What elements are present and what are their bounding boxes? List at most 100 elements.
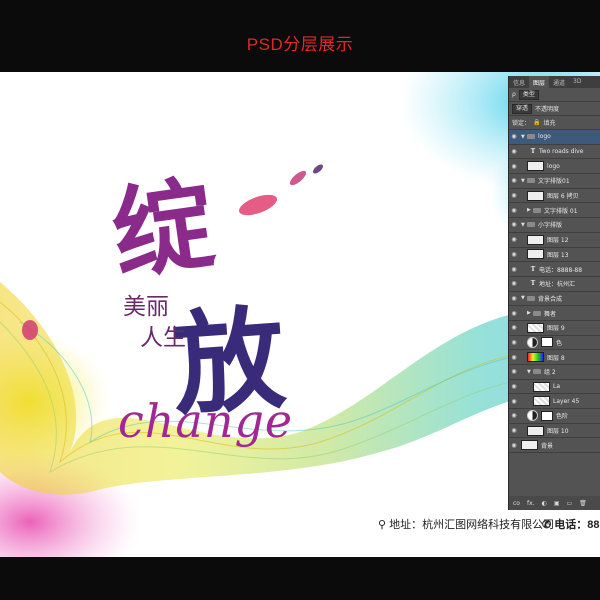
layer-row[interactable]: ◉ T 电话：8888-88 [509, 262, 600, 277]
tab-layers[interactable]: 图层 [529, 76, 550, 88]
layer-name: logo [547, 162, 560, 170]
folder-icon [527, 134, 535, 140]
layer-name: 电话：8888-88 [539, 266, 583, 274]
layer-name: 图层 9 [547, 325, 565, 333]
visibility-eye-icon[interactable]: ◉ [509, 266, 519, 273]
layer-row[interactable]: ◉ T Two roads dive [509, 145, 600, 160]
layer-thumbnail [521, 440, 538, 451]
adjustment-icon[interactable]: ▣ [554, 500, 560, 507]
address-line: ⚲ 地址：杭州汇图网络科技有限公司 [378, 516, 554, 532]
layer-row[interactable]: ◉ ▼ 文字排版01 [509, 174, 600, 189]
phone-line: ✆ 电话：88 [542, 516, 600, 532]
layer-row[interactable]: ◉ 图层 9 [509, 321, 600, 336]
layer-row[interactable]: ◉ logo [509, 159, 600, 175]
blend-row: 穿透 不透明度 [509, 102, 600, 116]
opacity-label: 不透明度 [535, 106, 560, 113]
layer-row[interactable]: ◉ 背景 [509, 438, 600, 454]
layer-list: ◉ ▼ logo ◉ T Two roads dive ◉ logo ◉ ▼ 文字排版01 ◉ 图层 6… [509, 130, 600, 454]
visibility-eye-icon[interactable]: ◉ [509, 442, 519, 449]
layer-thumbnail [533, 396, 550, 407]
layer-row[interactable]: ◉ ▼ 组 2 [509, 365, 600, 380]
location-pin-icon: ⚲ [378, 519, 387, 531]
trash-icon[interactable]: 🗑 [579, 500, 587, 507]
link-layers-icon[interactable]: co [513, 500, 520, 507]
folder-icon [527, 178, 535, 184]
layer-thumbnail [527, 234, 544, 245]
visibility-eye-icon[interactable]: ◉ [509, 148, 519, 155]
visibility-eye-icon[interactable]: ◉ [509, 368, 519, 375]
layer-row[interactable]: ◉ ▶ 舞者 [509, 306, 600, 321]
visibility-eye-icon[interactable]: ◉ [509, 163, 519, 170]
visibility-eye-icon[interactable]: ◉ [509, 192, 519, 199]
layer-row[interactable]: ◉ ▼ logo [509, 130, 600, 145]
layer-row[interactable]: ◉ 图层 12 [509, 233, 600, 248]
visibility-eye-icon[interactable]: ◉ [509, 339, 519, 346]
phone-text: 电话：88 [554, 519, 600, 531]
visibility-eye-icon[interactable]: ◉ [509, 207, 519, 214]
address-text: 地址：杭州汇图网络科技有限公司 [389, 519, 555, 531]
adjustment-layer-icon [527, 336, 538, 348]
panel-footer: co fx. ◐ ▣ ▭ 🗑 [509, 496, 600, 510]
bottom-bar [0, 557, 600, 600]
layer-name: 舞者 [544, 310, 557, 318]
layer-row[interactable]: ◉ ▶ 文字排版 01 [509, 203, 600, 219]
layer-thumbnail [527, 352, 544, 363]
visibility-eye-icon[interactable]: ◉ [509, 177, 519, 184]
layer-name: 图层 8 [547, 354, 565, 362]
layer-name: 背景合成 [538, 295, 563, 303]
layer-row[interactable]: ◉ 图层 10 [509, 424, 600, 439]
visibility-eye-icon[interactable]: ◉ [509, 236, 519, 243]
folder-icon [533, 207, 541, 213]
layer-name: 文字排版01 [538, 178, 570, 186]
layer-thumbnail [527, 322, 544, 333]
layer-name: 组 2 [544, 369, 556, 377]
folder-icon [533, 310, 541, 316]
visibility-eye-icon[interactable]: ◉ [509, 383, 519, 390]
layer-name: Layer 45 [553, 397, 580, 405]
layer-row[interactable]: ◉ 图层 8 [509, 350, 600, 365]
visibility-eye-icon[interactable]: ◉ [509, 398, 519, 405]
layer-name: 图层 12 [547, 237, 569, 245]
visibility-eye-icon[interactable]: ◉ [509, 310, 519, 317]
visibility-eye-icon[interactable]: ◉ [509, 280, 519, 287]
layer-thumbnail [527, 190, 544, 201]
fx-icon[interactable]: fx. [527, 500, 535, 507]
layer-row[interactable]: ◉ 图层 13 [509, 248, 600, 263]
lock-icon[interactable]: 🔒 [533, 119, 540, 126]
tab-channels[interactable]: 通道 [549, 76, 569, 88]
layer-thumbnail [527, 249, 544, 260]
layer-name: 地址：杭州汇 [539, 281, 576, 289]
visibility-eye-icon[interactable]: ◉ [509, 251, 519, 258]
layer-row[interactable]: ◉ La [509, 380, 600, 395]
blend-mode-select[interactable]: 穿透 [512, 103, 533, 114]
new-group-icon[interactable]: ▭ [566, 500, 572, 507]
visibility-eye-icon[interactable]: ◉ [509, 221, 519, 228]
layer-row[interactable]: ◉ ▼ 小字排版 [509, 218, 600, 233]
visibility-eye-icon[interactable]: ◉ [509, 412, 519, 419]
layer-name: 图层 10 [547, 428, 569, 436]
layer-name: 背景 [541, 442, 554, 450]
layer-row[interactable]: ◉ T 地址：杭州汇 [509, 277, 600, 292]
layer-name: logo [538, 133, 551, 141]
fill-label: 填充 [543, 120, 556, 127]
text-layer-icon: T [530, 280, 536, 288]
subtitle-line-1: 美丽 [123, 294, 169, 320]
text-layer-icon: T [530, 148, 536, 156]
adjustment-layer-icon [527, 410, 538, 422]
layer-row[interactable]: ◉ 图层 6 拷贝 [509, 189, 600, 204]
layer-row[interactable]: ◉ ▼ 背景合成 [509, 292, 600, 307]
mask-icon[interactable]: ◐ [542, 500, 547, 507]
visibility-eye-icon[interactable]: ◉ [509, 324, 519, 331]
visibility-eye-icon[interactable]: ◉ [509, 295, 519, 302]
visibility-eye-icon[interactable]: ◉ [509, 354, 519, 361]
layer-row[interactable]: ◉ Layer 45 [509, 394, 600, 410]
tab-3d[interactable]: 3D [569, 76, 585, 88]
layer-row[interactable]: ◉ 色阶 [509, 409, 600, 424]
filter-select[interactable]: 类型 [518, 89, 539, 100]
visibility-eye-icon[interactable]: ◉ [509, 427, 519, 434]
visibility-eye-icon[interactable]: ◉ [509, 133, 519, 140]
tab-info[interactable]: 信息 [509, 76, 529, 88]
layer-name: La [553, 383, 561, 391]
layer-row[interactable]: ◉ 色 [509, 336, 600, 351]
subtitle-line-2: 人生 [140, 325, 186, 351]
